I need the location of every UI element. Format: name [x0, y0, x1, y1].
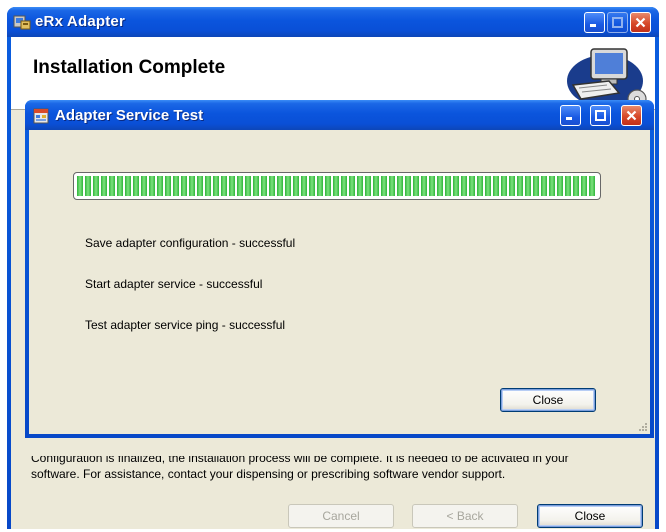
- completion-message-line1: Configuration is finalized, the installa…: [31, 456, 569, 465]
- close-button[interactable]: Close: [537, 504, 643, 528]
- title-bar[interactable]: eRx Adapter: [7, 7, 659, 37]
- progress-fill: [77, 176, 597, 196]
- maximize-button[interactable]: [607, 12, 628, 33]
- minimize-button[interactable]: [584, 12, 605, 33]
- minimize-icon: [566, 117, 572, 120]
- cancel-button[interactable]: Cancel: [288, 504, 394, 528]
- dialog-close-window-button[interactable]: [621, 105, 642, 126]
- page-title: Installation Complete: [33, 57, 226, 78]
- dialog-client-area: Save adapter configuration - successful …: [29, 130, 650, 434]
- close-icon: [626, 110, 637, 121]
- resize-grip-icon[interactable]: [638, 422, 648, 432]
- completion-message-line2: software. For assistance, contact your d…: [31, 467, 506, 481]
- close-window-button[interactable]: [630, 12, 651, 33]
- dialog-app-icon: [33, 108, 49, 124]
- adapter-service-test-dialog: Adapter Service Test Save adapter config…: [25, 100, 654, 438]
- maximize-icon: [595, 110, 606, 121]
- dialog-minimize-button[interactable]: [560, 105, 581, 126]
- completion-message: Configuration is finalized, the installa…: [31, 456, 643, 490]
- back-button[interactable]: < Back: [412, 504, 518, 528]
- close-icon: [635, 17, 646, 28]
- status-ping-service: Test adapter service ping - successful: [85, 318, 286, 332]
- window-title: eRx Adapter: [35, 13, 126, 30]
- computer-icon: [567, 48, 647, 109]
- maximize-icon: [612, 17, 623, 28]
- dialog-close-button[interactable]: Close: [500, 388, 596, 412]
- status-save-configuration: Save adapter configuration - successful: [85, 236, 296, 250]
- dialog-title: Adapter Service Test: [55, 107, 204, 124]
- status-start-service: Start adapter service - successful: [85, 277, 263, 291]
- dialog-title-bar[interactable]: Adapter Service Test: [25, 100, 654, 130]
- minimize-icon: [590, 24, 596, 27]
- dialog-maximize-button[interactable]: [590, 105, 611, 126]
- progress-track: [77, 176, 597, 196]
- app-icon: [13, 15, 31, 30]
- progress-bar: [73, 172, 601, 200]
